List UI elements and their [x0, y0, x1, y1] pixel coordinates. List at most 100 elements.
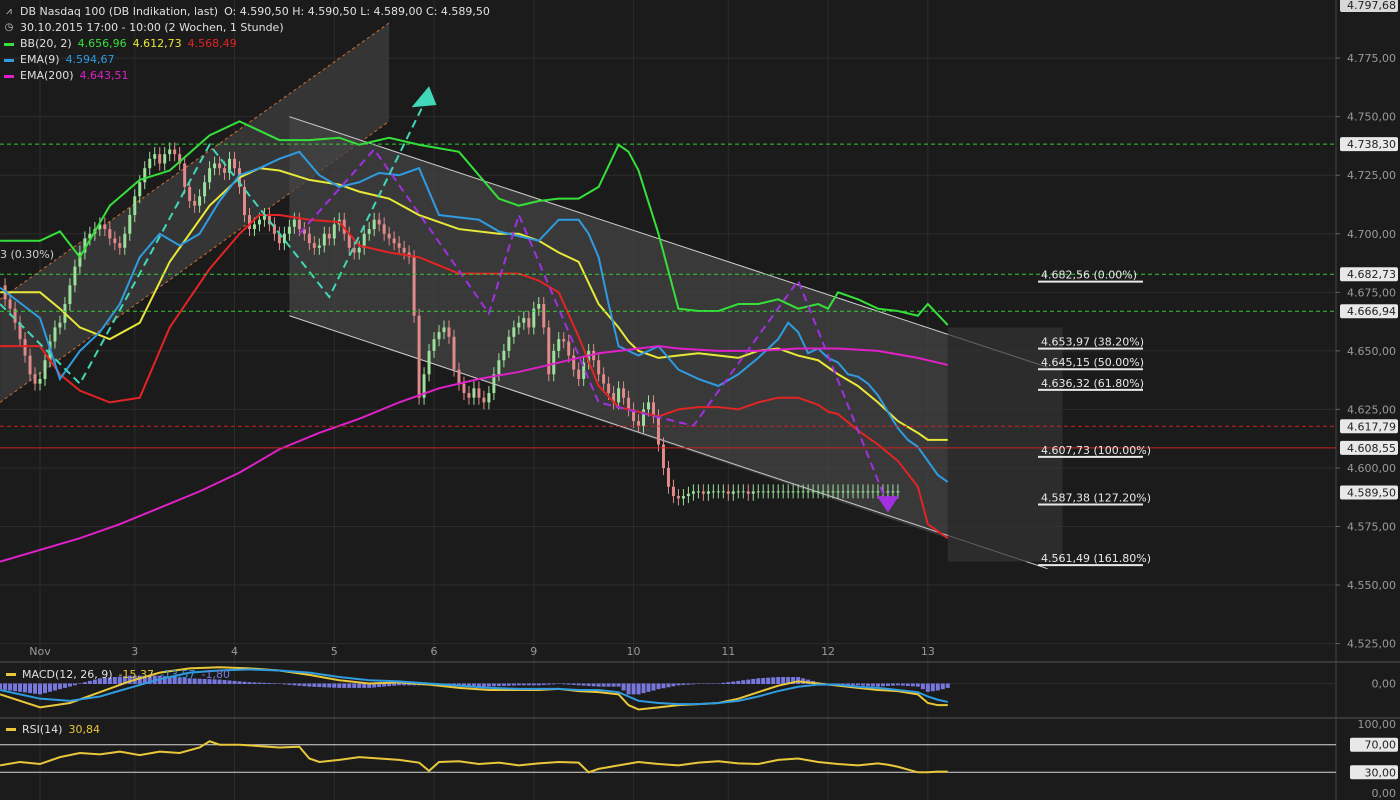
candle-body: [846, 491, 850, 493]
macd-bar: [571, 683, 576, 685]
macd-values: -15,37 -13,57 -1,80: [119, 668, 230, 681]
y-tick-label: 4.700,00: [1347, 228, 1396, 241]
candle-body: [138, 182, 142, 197]
macd-bar: [541, 683, 546, 685]
macd-bar: [357, 683, 362, 688]
macd-value: -15,37: [118, 668, 155, 681]
macd-bar: [736, 680, 741, 684]
macd-bar: [746, 679, 751, 684]
level-value-label: 4.682,73: [1347, 268, 1396, 281]
clock-icon: ◷: [4, 22, 14, 33]
macd-bar: [920, 683, 925, 690]
candle-body: [198, 196, 202, 206]
indicator-swatch: [4, 74, 14, 78]
macd-bar: [67, 683, 72, 687]
macd-bar: [865, 683, 870, 686]
candle-body: [432, 339, 436, 351]
macd-bar: [686, 683, 691, 685]
macd-bar: [392, 683, 397, 686]
candle-body: [452, 336, 456, 370]
y-tick-label: 4.750,00: [1347, 111, 1396, 124]
rsi-line: [0, 740, 948, 774]
candle-body: [387, 233, 391, 239]
macd-bar: [33, 683, 38, 694]
macd-bar: [247, 682, 252, 684]
macd-bar: [671, 683, 676, 687]
candle-body: [567, 341, 571, 356]
rsi-panel: 100,00 70,00 30,00 0,00: [0, 718, 1398, 800]
macd-bar: [387, 683, 392, 687]
macd-label: MACD(12, 26, 9): [22, 668, 113, 681]
macd-bar: [28, 683, 33, 694]
macd-bar: [486, 683, 491, 687]
macd-bar: [237, 681, 242, 684]
candle-body: [766, 491, 770, 493]
candle-body: [327, 233, 331, 239]
candle-body: [257, 219, 261, 225]
candle-body: [706, 491, 710, 494]
candle-body: [851, 491, 855, 493]
macd-bar: [516, 683, 521, 686]
macd-bar: [656, 683, 661, 690]
candle-body: [183, 163, 187, 187]
macd-bar: [895, 683, 900, 686]
macd-bar: [646, 683, 651, 692]
macd-bar: [47, 683, 52, 692]
period-text: 30.10.2015 17:00 - 10:00 (2 Wochen, 1 St…: [20, 21, 284, 34]
candle-body: [382, 224, 386, 234]
macd-bar: [496, 683, 501, 687]
candle-body: [562, 339, 566, 342]
rsi-swatch: [6, 728, 16, 731]
indicator-name: EMA(9): [20, 53, 60, 66]
macd-bar: [252, 682, 257, 684]
y-tick-label: 4.675,00: [1347, 286, 1396, 299]
candle-body: [437, 332, 441, 340]
candle-body: [726, 491, 730, 494]
indicator-row: EMA(200) 4.643,51: [4, 68, 490, 84]
macd-bar: [397, 683, 402, 686]
y-tick-label: 4.725,00: [1347, 169, 1396, 182]
candle-body: [691, 491, 695, 494]
macd-bar: [651, 683, 656, 691]
fib-label: 4.587,38 (127.20%): [1041, 492, 1151, 505]
level-value-label: 4.738,30: [1347, 138, 1396, 151]
candle-body: [756, 491, 760, 493]
candle-body: [442, 327, 446, 333]
candle-body: [517, 322, 521, 328]
x-tick-label: 13: [921, 645, 935, 658]
candle-body: [716, 491, 720, 493]
macd-bar: [636, 683, 641, 695]
macd-tick: 0,00: [1372, 678, 1397, 691]
macd-bar: [57, 683, 62, 690]
candle-body: [103, 224, 107, 230]
candle-body: [826, 491, 830, 493]
indicator-name: BB(20, 2): [20, 37, 72, 50]
indicator-row: BB(20, 2) 4.656,96 4.612,73 4.568,49: [4, 36, 490, 52]
candle-body: [776, 491, 780, 493]
macd-bar: [491, 683, 496, 687]
candle-body: [701, 491, 705, 494]
macd-bar: [756, 678, 761, 684]
candle-body: [801, 491, 805, 493]
macd-bar: [506, 683, 511, 686]
candle-body: [856, 491, 860, 493]
fib-label: 4.682,56 (0.00%): [1041, 269, 1137, 282]
candle-body: [537, 304, 541, 309]
candle-body: [223, 168, 227, 173]
chart-type-icon[interactable]: ⩘: [4, 4, 14, 20]
macd-bar: [925, 683, 930, 692]
macd-bar: [267, 683, 272, 684]
up-arrowhead: [411, 86, 437, 108]
candle-body: [457, 369, 461, 384]
candle-body: [816, 491, 820, 493]
macd-bar: [332, 683, 337, 688]
macd-value: -13,57: [160, 668, 196, 681]
candle-body: [666, 467, 670, 487]
macd-bar: [526, 683, 531, 686]
macd-bar: [945, 683, 950, 688]
candle-body: [751, 491, 755, 494]
rsi-tick: 0,00: [1372, 787, 1397, 800]
macd-bar: [696, 683, 701, 684]
candle-body: [721, 491, 725, 493]
chart-header: ⩘ DB Nasdaq 100 (DB Indikation, last) O:…: [4, 4, 490, 84]
